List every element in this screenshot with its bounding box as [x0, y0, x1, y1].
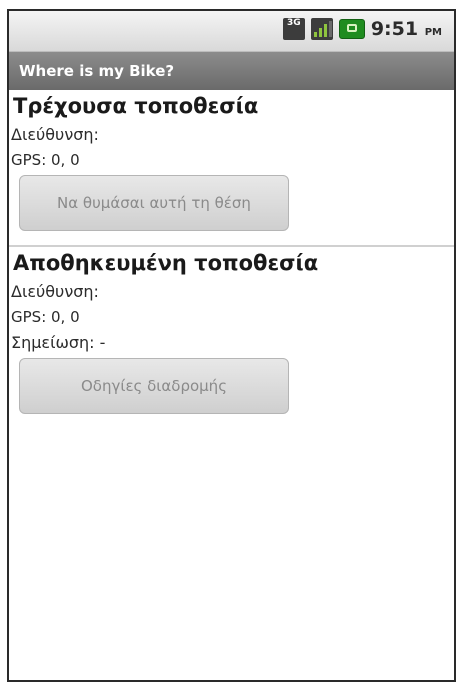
remember-location-button[interactable]: Να θυμάσαι αυτή τη θέση — [19, 175, 289, 231]
saved-note: Σημείωση: - — [11, 333, 106, 352]
clock-time: 9:51 — [370, 18, 419, 40]
directions-button[interactable]: Οδηγίες διαδρομής — [19, 358, 289, 414]
current-gps-value: GPS: 0, 0 — [11, 151, 80, 169]
status-bar: 3G 9:51 PM — [9, 11, 454, 52]
phone-screen: 3G 9:51 PM Where is my Bike? Τρέχουσα το… — [7, 9, 456, 682]
main-content: Τρέχουσα τοποθεσία Διεύθυνση: GPS: 0, 0 … — [9, 90, 454, 680]
network-3g-icon: 3G — [282, 18, 305, 40]
battery-icon — [338, 19, 365, 39]
current-address-label: Διεύθυνση: — [11, 125, 99, 144]
section-divider — [9, 245, 454, 247]
clock-ampm: PM — [424, 27, 442, 38]
saved-address-label: Διεύθυνση: — [11, 282, 99, 301]
current-location-heading: Τρέχουσα τοποθεσία — [13, 94, 259, 118]
status-icons: 3G 9:51 PM — [282, 18, 442, 40]
saved-gps-value: GPS: 0, 0 — [11, 308, 80, 326]
signal-strength-icon — [310, 18, 333, 40]
status-clock: 9:51 PM — [371, 18, 442, 40]
app-title-bar: Where is my Bike? — [9, 52, 454, 90]
saved-location-heading: Αποθηκευμένη τοποθεσία — [13, 251, 319, 275]
